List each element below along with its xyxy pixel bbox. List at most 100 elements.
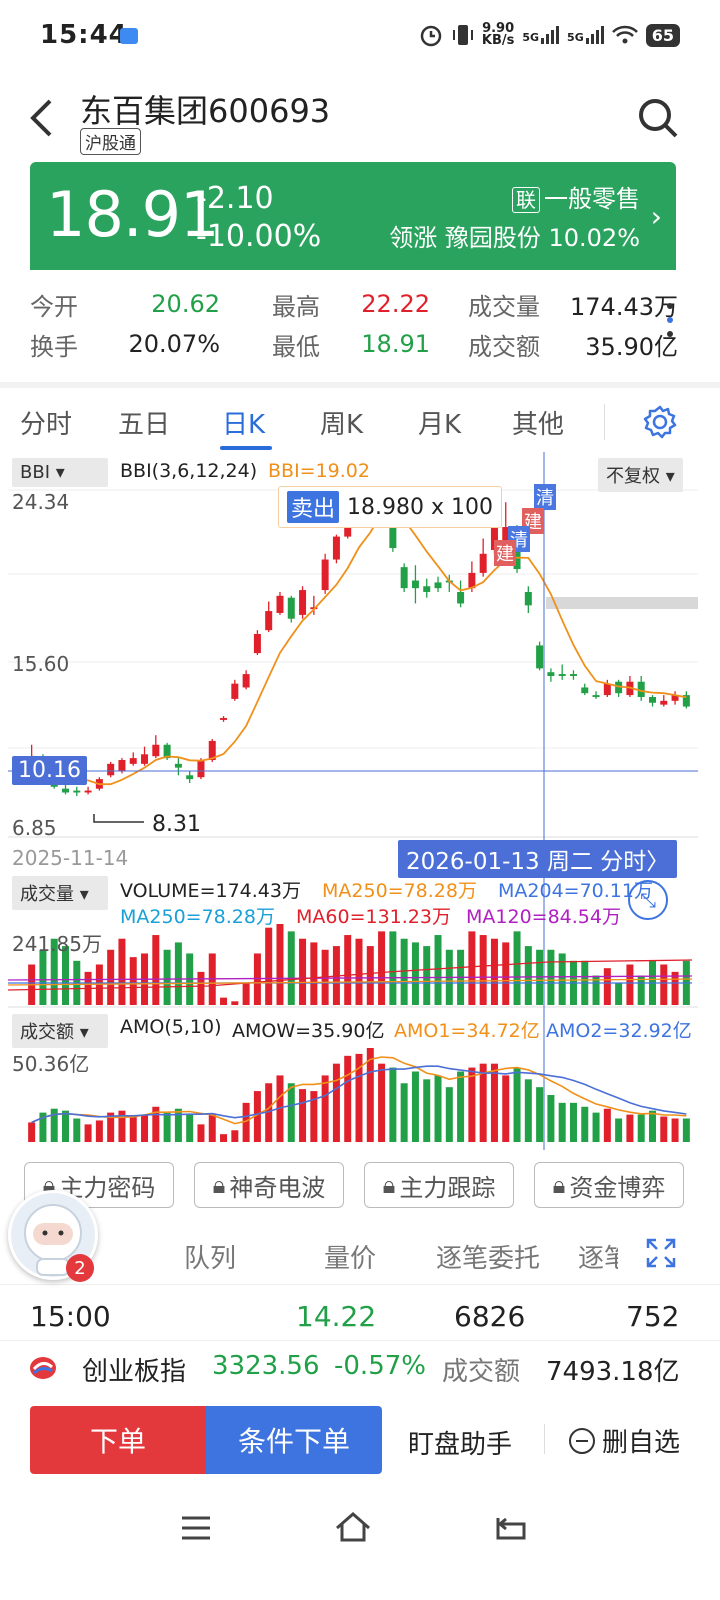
stats-panel: 今开 20.62 最高 22.22 成交量 174.43万 换手 20.07% … <box>30 290 678 361</box>
tab-other[interactable]: 其他 <box>512 404 564 441</box>
gear-icon[interactable] <box>642 404 678 440</box>
volume-bar <box>400 938 408 1005</box>
candle-body <box>479 553 487 573</box>
more-icon[interactable] <box>666 298 674 344</box>
fullscreen-icon[interactable] <box>646 1238 676 1268</box>
volume-bar <box>411 942 419 1005</box>
amount-bar <box>660 1116 668 1142</box>
amount-bar <box>73 1118 81 1142</box>
tab-order-detail[interactable]: 逐笔委托 <box>436 1238 540 1275</box>
tab-volume-price[interactable]: 量价 <box>324 1238 376 1275</box>
tab-intraday[interactable]: 分时 <box>20 404 72 441</box>
amount-bar <box>502 1075 510 1142</box>
candle-body <box>129 758 137 764</box>
tab-daily[interactable]: 日K <box>222 404 265 441</box>
cursor-date-button[interactable]: 2026-01-13 周二 分时〉 <box>398 840 678 878</box>
kline-svg[interactable] <box>7 452 698 1150</box>
candle-body <box>592 695 600 698</box>
expand-icon[interactable]: ⤡ <box>628 880 668 920</box>
candle-body <box>547 672 555 677</box>
current-price: 18.91 <box>46 178 219 251</box>
tab-underline <box>220 446 272 450</box>
low-mark-pointer <box>93 814 144 823</box>
chevron-right-icon[interactable]: › <box>651 200 662 233</box>
remove-favorite-button[interactable]: 删自选 <box>568 1422 680 1459</box>
amount-bar <box>513 1067 521 1142</box>
vol-max-label: 241.85万 <box>12 932 102 956</box>
back-nav-icon[interactable] <box>494 1514 528 1542</box>
crosshair-price-label: 10.16 <box>12 756 87 785</box>
volume-bar <box>344 935 352 1005</box>
wifi-icon <box>611 25 638 44</box>
candle-body <box>648 697 656 703</box>
index-bar[interactable]: 创业板指 3323.56 -0.57% 成交额 7493.18亿 <box>0 1340 720 1396</box>
amount-bar <box>626 1114 634 1142</box>
amount-bar <box>569 1102 577 1142</box>
candle-body <box>321 559 329 591</box>
volume-bar <box>366 946 374 1005</box>
tab-queue[interactable]: 队列 <box>184 1238 236 1275</box>
conditional-order-button[interactable]: 条件下单 <box>206 1406 382 1474</box>
candle-body <box>299 590 307 615</box>
volume-bar <box>603 968 611 1005</box>
notification-badge: 2 <box>66 1254 94 1282</box>
candle-body <box>174 763 182 768</box>
index-value: 3323.56 <box>212 1351 320 1381</box>
lock-button-track[interactable]: 🔒︎ 主力跟踪 <box>364 1162 514 1208</box>
tick-time: 15:00 <box>30 1300 111 1333</box>
quote-panel[interactable]: 18.91 -2.10 -10.00% 联一般零售 领涨 豫园股份 10.02%… <box>30 162 676 270</box>
back-icon[interactable] <box>28 98 54 146</box>
amount-select[interactable]: 成交额 ▾ <box>12 1014 108 1048</box>
lock-button-wave[interactable]: 🔒︎ 神奇电波 <box>194 1162 344 1208</box>
candle-body <box>141 754 149 764</box>
y-low-label: 6.85 <box>12 816 57 840</box>
lock-button-fund[interactable]: 🔒︎ 资金博弈 <box>534 1162 684 1208</box>
adjust-select[interactable]: 不复权 ▾ <box>598 458 683 492</box>
volume-select[interactable]: 成交量 ▾ <box>12 876 108 910</box>
home-icon[interactable] <box>334 1510 372 1544</box>
amount-bar <box>423 1079 431 1142</box>
candle-body <box>434 582 442 589</box>
net-speed: 9.90 KB/s <box>481 21 515 48</box>
tab-monthly[interactable]: 月K <box>418 404 461 441</box>
amount-bar <box>321 1075 329 1142</box>
index-name: 创业板指 <box>82 1357 187 1387</box>
volume-bar <box>265 927 273 1005</box>
tab-five-day[interactable]: 五日 <box>118 404 170 441</box>
search-icon[interactable] <box>636 96 680 140</box>
tab-weekly[interactable]: 周K <box>320 404 363 441</box>
amount-bar <box>174 1108 182 1142</box>
order-button[interactable]: 下单 <box>30 1406 206 1474</box>
sector-info[interactable]: 联一般零售 领涨 豫园股份 10.02% <box>389 180 640 257</box>
amount-bar <box>299 1089 307 1142</box>
lock-icon: 🔒︎ <box>382 1171 396 1199</box>
amount-bar <box>524 1079 532 1142</box>
amount-bar <box>581 1106 589 1142</box>
y-mid-label: 15.60 <box>12 652 70 676</box>
tab-tick-detail[interactable]: 逐笔 <box>578 1238 618 1275</box>
trade-tooltip: 卖出 18.980 x 100 <box>278 486 502 528</box>
candle-body <box>118 760 126 772</box>
amount-bar <box>592 1112 600 1142</box>
volume-bar <box>231 1001 239 1005</box>
indicator-value: BBI=19.02 <box>268 460 370 482</box>
low-mark-label: 8.31 <box>152 812 201 837</box>
divider <box>0 382 720 388</box>
volume-bar <box>287 931 295 1005</box>
tick-row: 15:00 14.22 6826 752 <box>0 1290 720 1342</box>
indicator-select[interactable]: BBI ▾ <box>12 458 108 487</box>
volume-bar <box>490 938 498 1005</box>
amount-bar <box>434 1075 442 1142</box>
amount-bar <box>208 1114 216 1142</box>
candle-body <box>253 633 261 654</box>
amount-bar <box>163 1112 171 1142</box>
assistant-button[interactable]: 盯盘助手 <box>408 1424 512 1461</box>
candle-body <box>457 591 465 604</box>
menu-icon[interactable] <box>180 1514 212 1542</box>
kline-chart-area[interactable] <box>7 452 698 1150</box>
candle-body <box>242 674 250 688</box>
candle-body <box>581 687 589 694</box>
lock-icon: 🔒︎ <box>212 1171 226 1199</box>
candle-body <box>231 683 239 699</box>
lian-badge: 联 <box>512 187 540 213</box>
